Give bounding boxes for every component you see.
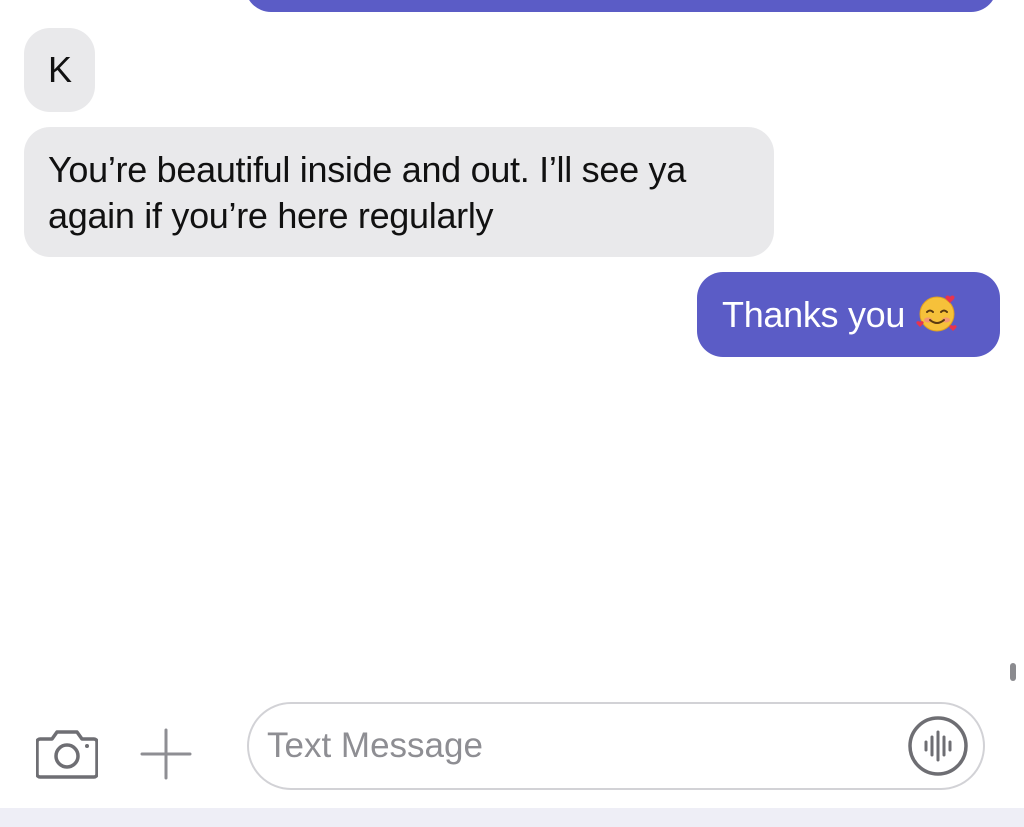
bottom-safe-area	[0, 808, 1024, 827]
camera-icon	[35, 730, 99, 779]
sent-message-bubble[interactable]: Thanks you	[697, 272, 1000, 357]
message-text: Thanks you	[722, 294, 906, 335]
previous-sent-message-bubble[interactable]	[245, 0, 997, 12]
received-message-bubble[interactable]: You’re beautiful inside and out. I’ll se…	[24, 127, 774, 257]
messages-screen: K You’re beautiful inside and out. I’ll …	[0, 0, 1024, 827]
add-attachment-button[interactable]	[140, 728, 192, 780]
audio-waveform-icon	[908, 716, 968, 776]
smiling-face-with-hearts-icon	[916, 295, 957, 332]
message-text: K	[48, 49, 72, 90]
message-text: You’re beautiful inside and out. I’ll se…	[48, 149, 686, 236]
scroll-indicator[interactable]	[1010, 663, 1016, 681]
received-message-bubble[interactable]: K	[24, 28, 95, 112]
plus-icon	[140, 728, 192, 780]
audio-message-button[interactable]	[907, 715, 969, 777]
camera-button[interactable]	[35, 725, 99, 781]
message-input-container	[247, 702, 985, 790]
message-input[interactable]	[267, 716, 887, 776]
